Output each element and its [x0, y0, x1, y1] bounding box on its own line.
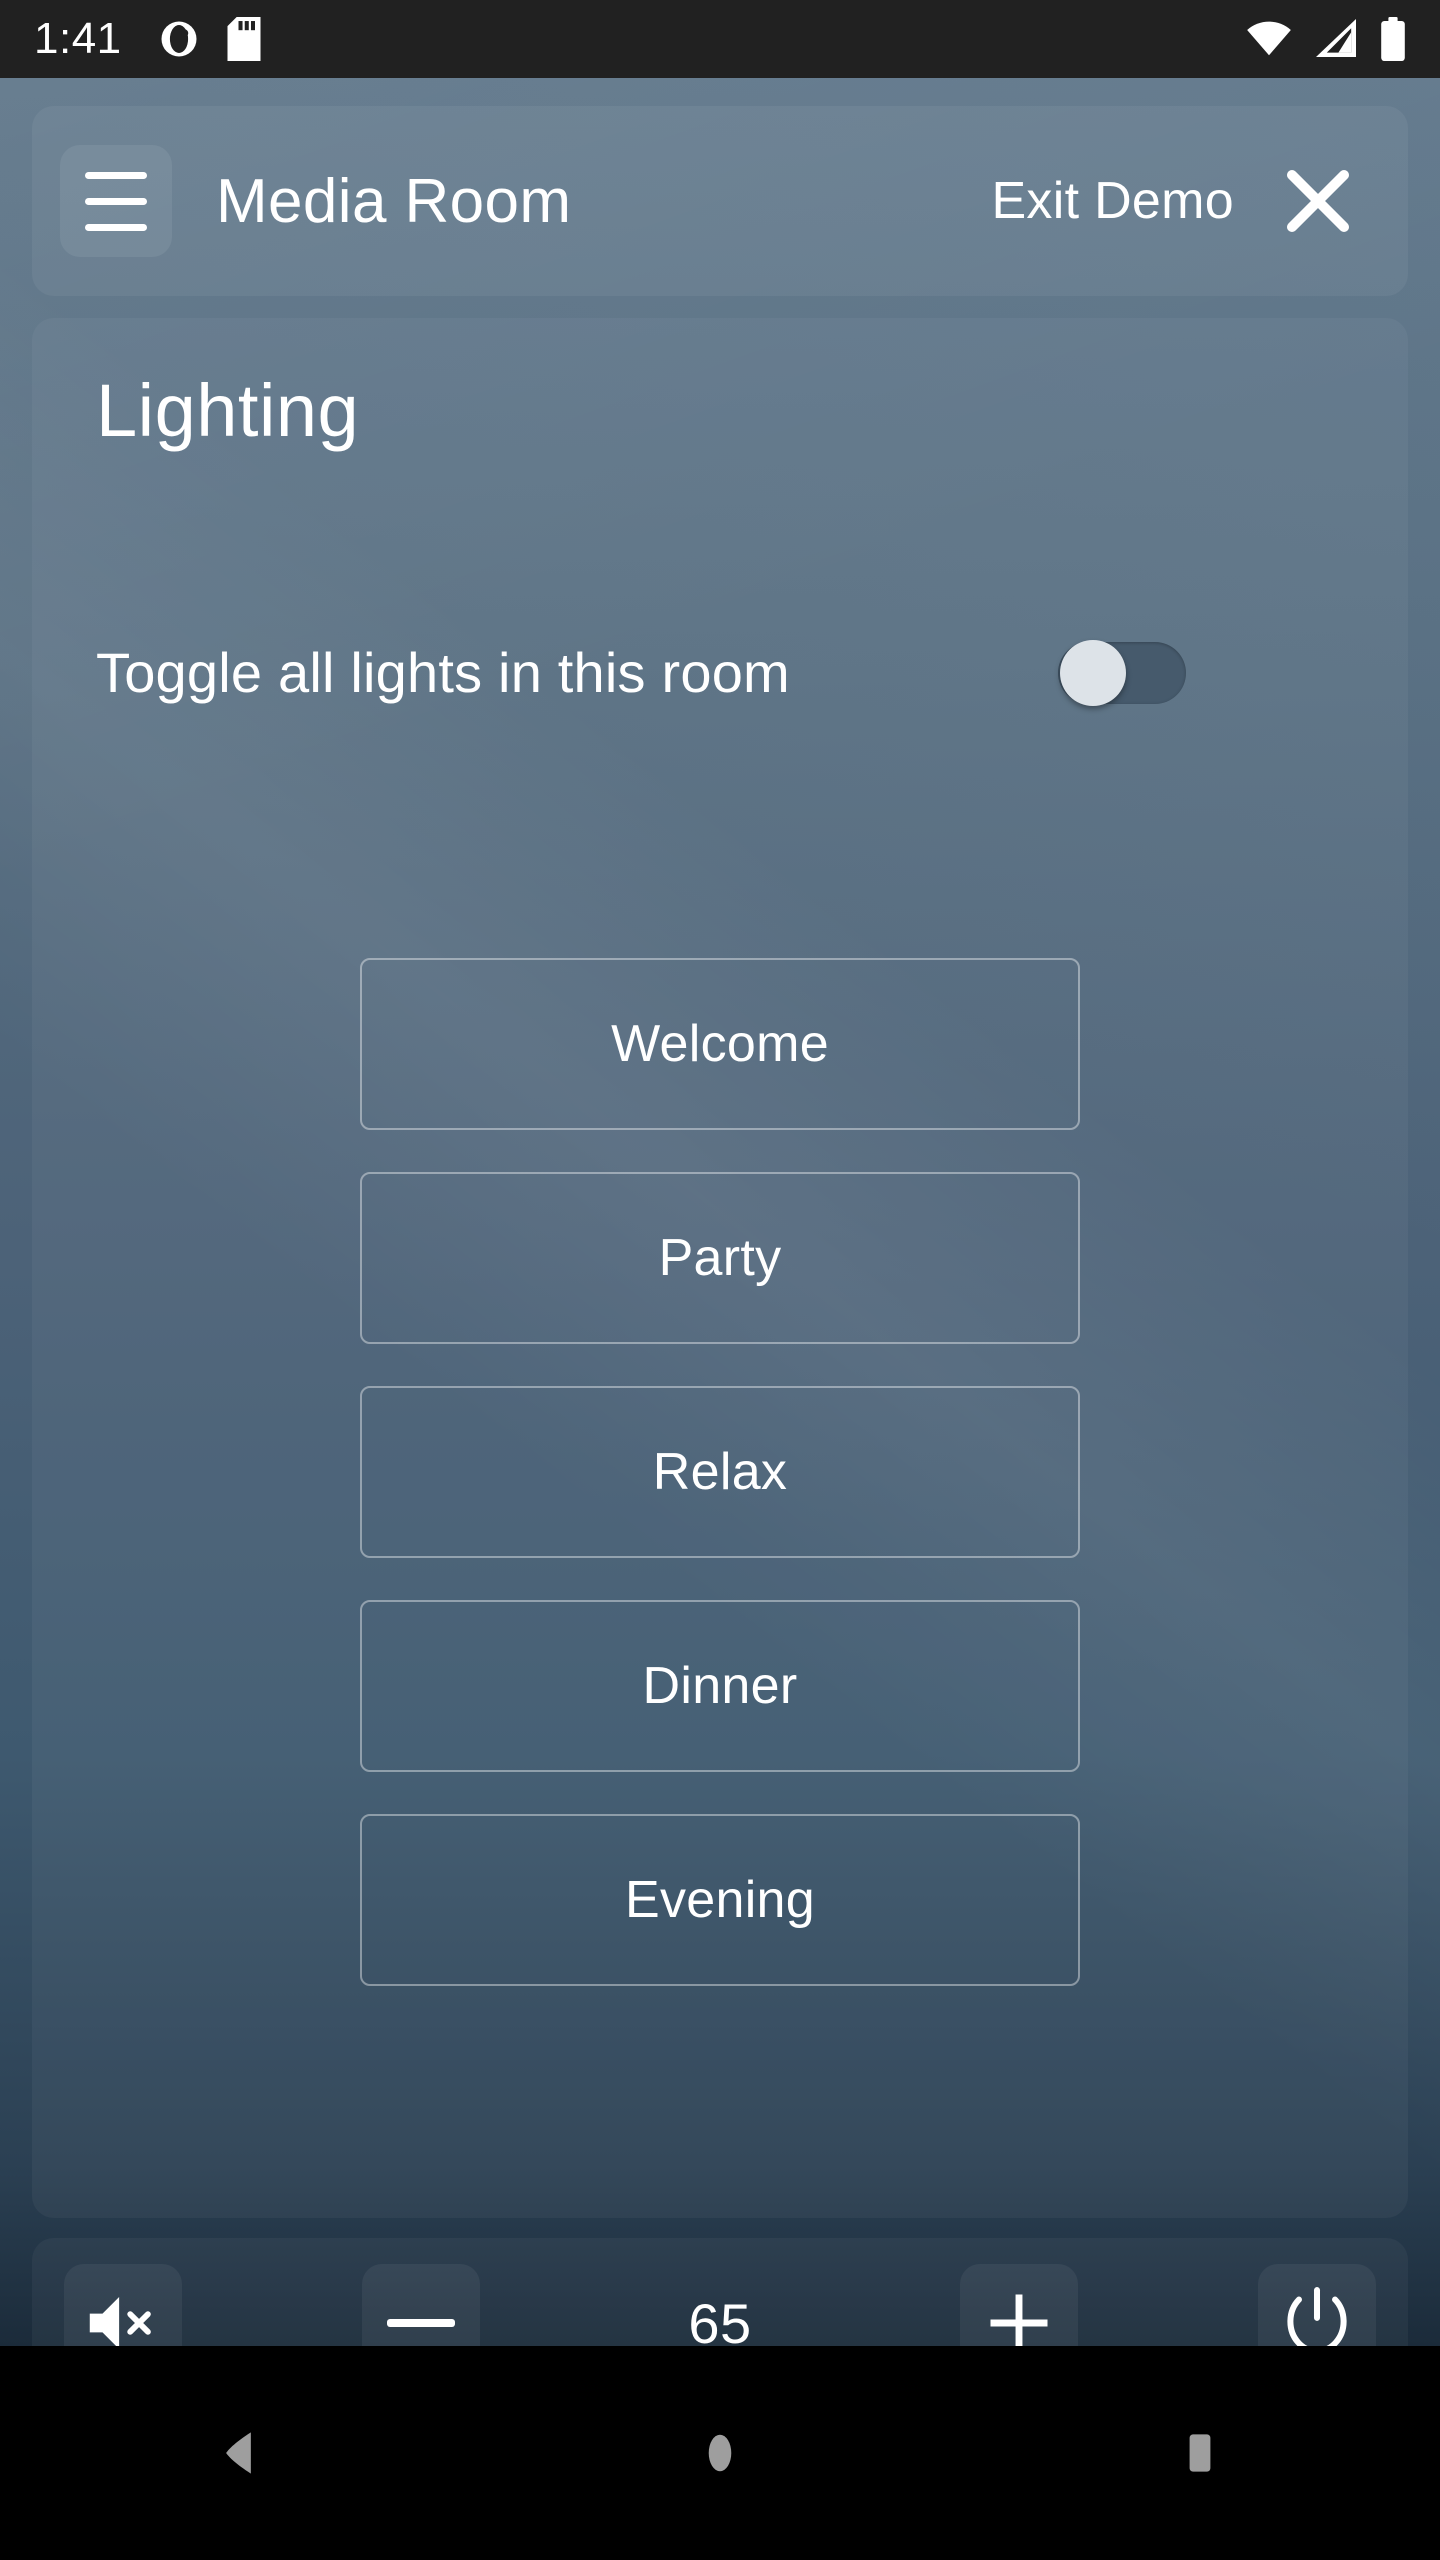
app-surface: Media Room Exit Demo Lighting Toggle all…	[0, 78, 1440, 2346]
toggle-all-lights-label: Toggle all lights in this room	[96, 641, 790, 704]
recents-square-icon	[1189, 2434, 1211, 2472]
status-bar-system-icons	[1246, 17, 1406, 61]
toggle-all-lights-row: Toggle all lights in this room	[96, 639, 1186, 706]
nav-home-button[interactable]	[480, 2346, 960, 2560]
hamburger-menu-icon-bar	[85, 197, 147, 205]
android-navigation-bar	[0, 2346, 1440, 2560]
hamburger-menu-icon	[85, 171, 147, 179]
mute-button[interactable]	[64, 2264, 182, 2346]
status-bar-clock: 1:41	[34, 14, 122, 63]
nav-recents-button[interactable]	[960, 2346, 1440, 2560]
scene-button-evening[interactable]: Evening	[360, 1814, 1080, 1986]
power-button[interactable]	[1258, 2264, 1376, 2346]
hamburger-menu-button[interactable]	[60, 145, 172, 257]
power-icon	[1287, 2287, 1347, 2346]
nav-back-button[interactable]	[0, 2346, 480, 2560]
home-circle-icon	[708, 2434, 732, 2472]
exit-demo-button[interactable]: Exit Demo	[991, 171, 1234, 231]
switch-knob	[1060, 639, 1126, 706]
scene-button-welcome[interactable]: Welcome	[360, 958, 1080, 1130]
back-triangle-icon	[226, 2432, 251, 2474]
toggle-all-lights-switch[interactable]	[1058, 639, 1186, 706]
hamburger-menu-icon-bar	[85, 223, 147, 231]
section-title: Lighting	[96, 369, 360, 452]
cellular-signal-icon	[1316, 19, 1356, 57]
contrast-circle-icon	[161, 21, 197, 57]
phone-screen: 1:41 Media Room Exit Demo Lighting Toggl…	[0, 0, 1440, 2560]
scene-button-party[interactable]: Party	[360, 1172, 1080, 1344]
scene-button-relax[interactable]: Relax	[360, 1386, 1080, 1558]
battery-full-icon	[1381, 17, 1405, 61]
scene-button-list: Welcome Party Relax Dinner Evening	[360, 958, 1080, 1986]
status-bar-notification-icons	[158, 17, 262, 61]
scene-button-dinner[interactable]: Dinner	[360, 1600, 1080, 1772]
page-title: Media Room	[216, 166, 572, 236]
media-control-bar: 65	[32, 2238, 1408, 2346]
plus-icon	[990, 2294, 1048, 2346]
sd-card-icon	[227, 17, 261, 61]
volume-mute-icon	[89, 2296, 151, 2346]
wifi-icon	[1247, 21, 1291, 56]
status-bar: 1:41	[0, 0, 1440, 78]
volume-value: 65	[688, 2291, 752, 2347]
close-button[interactable]	[1262, 145, 1374, 257]
minus-icon	[387, 2319, 455, 2327]
lighting-panel: Lighting Toggle all lights in this room …	[32, 318, 1408, 2218]
volume-down-button[interactable]	[362, 2264, 480, 2346]
close-x-icon	[1286, 169, 1350, 233]
app-header-bar: Media Room Exit Demo	[32, 106, 1408, 296]
volume-up-button[interactable]	[960, 2264, 1078, 2346]
